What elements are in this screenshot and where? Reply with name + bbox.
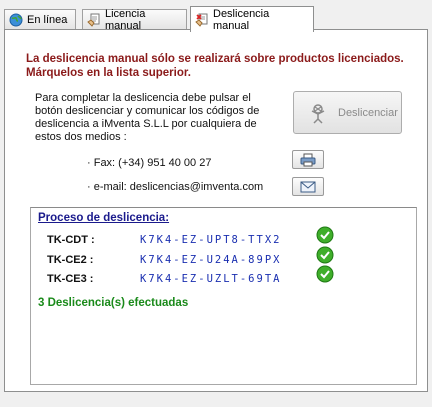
email-text: · e-mail: deslicencias@imventa.com [87, 181, 264, 193]
check-icon [316, 246, 334, 264]
unlicense-icon [195, 13, 209, 27]
check-icon [316, 226, 334, 244]
tab-en-linea[interactable]: En línea [4, 9, 76, 30]
tab-licencia-manual[interactable]: Licencia manual [82, 8, 187, 32]
token-label: TK-CE3 : [47, 273, 94, 285]
email-button[interactable] [292, 177, 324, 196]
process-panel: Proceso de deslicencia: TK-CDT : K7K4-EZ… [30, 207, 417, 385]
unlicense-figure-icon [306, 101, 330, 125]
token-code: K7K4-EZ-UPT8-TTX2 [140, 234, 282, 246]
tab-bar: En línea Licencia manual Deslicencia man… [4, 6, 428, 32]
globe-icon [9, 13, 23, 27]
token-label: TK-CE2 : [47, 254, 94, 266]
token-label: TK-CDT : [47, 234, 95, 246]
process-title: Proceso de deslicencia: [38, 212, 170, 224]
email-icon [300, 181, 316, 192]
tab-label: Deslicencia manual [213, 7, 270, 32]
token-code: K7K4-EZ-UZLT-69TA [140, 273, 282, 285]
check-icon [316, 265, 334, 283]
deslicenciar-label: Deslicenciar [338, 106, 398, 119]
fax-button[interactable] [292, 150, 324, 169]
token-code: K7K4-EZ-U24A-89PX [140, 254, 282, 266]
tab-label: En línea [27, 14, 68, 26]
result-text: 3 Deslicencia(s) efectuadas [38, 297, 189, 309]
fax-text: · Fax: (+34) 951 40 00 27 [87, 157, 212, 169]
hand-document-icon [87, 13, 101, 27]
tab-deslicencia-manual[interactable]: Deslicencia manual [190, 6, 314, 32]
deslicenciar-button[interactable]: Deslicenciar [293, 91, 402, 134]
printer-icon [300, 153, 316, 166]
warning-text: La deslicencia manual sólo se realizará … [26, 53, 404, 79]
instructions-text: Para completar la deslicencia debe pulsa… [35, 92, 260, 143]
